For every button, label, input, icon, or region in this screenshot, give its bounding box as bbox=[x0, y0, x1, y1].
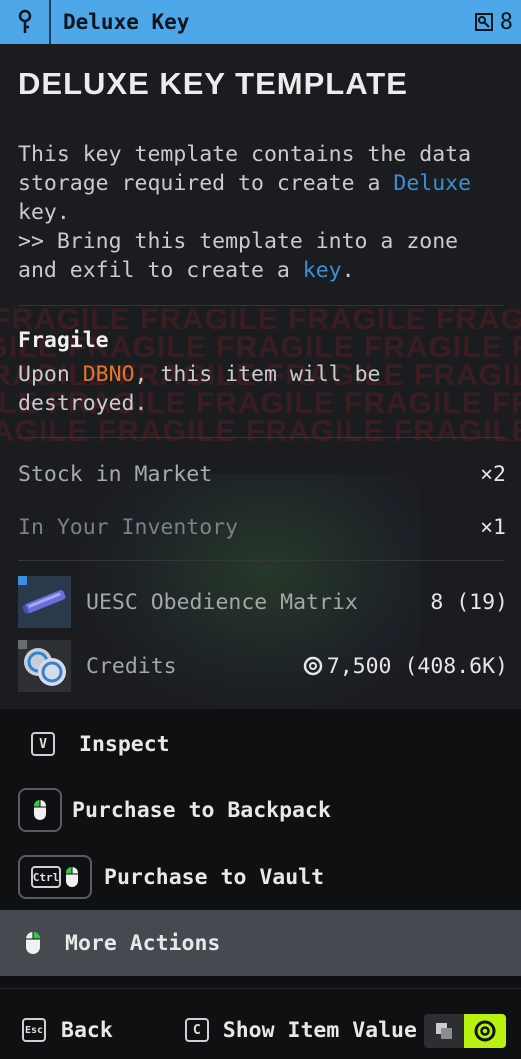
cost-row-credits: Credits 7,500 (408.6K) bbox=[18, 640, 508, 692]
purchase-to-backpack-label: Purchase to Backpack bbox=[72, 797, 331, 823]
item-value-toggle[interactable] bbox=[424, 1014, 506, 1048]
show-item-value-button[interactable]: Show Item Value bbox=[223, 1018, 417, 1043]
cost-item-name: UESC Obedience Matrix bbox=[86, 589, 358, 615]
more-actions-label: More Actions bbox=[65, 930, 221, 956]
key-stack-icon bbox=[474, 13, 493, 31]
mouse-left-click-icon bbox=[18, 788, 62, 832]
cost-item-amount: 7,500 (408.6K) bbox=[303, 654, 508, 679]
more-actions-button[interactable]: More Actions bbox=[0, 910, 521, 976]
item-header: Deluxe Key 8 bbox=[0, 0, 521, 44]
fragile-title: Fragile bbox=[18, 328, 109, 353]
credits-icon bbox=[303, 656, 323, 676]
stock-in-market: Stock in Market ×2 bbox=[18, 462, 506, 487]
ctrl-click-icon: Ctrl bbox=[18, 855, 92, 899]
key-link: key bbox=[302, 258, 342, 283]
item-title: DELUXE KEY TEMPLATE bbox=[18, 66, 408, 101]
credits-icon bbox=[464, 1014, 506, 1048]
matrix-thumbnail bbox=[18, 576, 71, 628]
key-v-icon: V bbox=[31, 732, 55, 756]
stack-icon bbox=[424, 1014, 464, 1048]
item-details-panel: DELUXE KEY TEMPLATE This key template co… bbox=[0, 44, 521, 709]
item-description: This key template contains the data stor… bbox=[18, 142, 472, 283]
mouse-right-click-icon bbox=[26, 932, 40, 954]
cost-row-matrix: UESC Obedience Matrix 8 (19) bbox=[18, 576, 508, 628]
purchase-to-vault-label: Purchase to Vault bbox=[104, 864, 325, 890]
key-icon bbox=[0, 0, 51, 44]
cost-item-amount: 8 (19) bbox=[430, 589, 508, 615]
credits-thumbnail bbox=[18, 640, 71, 692]
in-your-inventory: In Your Inventory ×1 bbox=[18, 515, 506, 540]
purchase-to-vault-button[interactable]: Ctrl Purchase to Vault bbox=[0, 854, 521, 900]
divider bbox=[18, 560, 504, 561]
cost-item-name: Credits bbox=[86, 653, 177, 679]
owned-count: 8 bbox=[474, 0, 513, 44]
key-esc-icon: Esc bbox=[22, 1018, 46, 1042]
inspect-label: Inspect bbox=[79, 731, 170, 757]
footer-divider bbox=[0, 988, 521, 989]
key-c-icon: C bbox=[184, 1018, 209, 1042]
rarity-link: Deluxe bbox=[393, 171, 472, 196]
item-name: Deluxe Key bbox=[63, 10, 190, 34]
dbno-term: DBNO bbox=[82, 362, 135, 387]
divider bbox=[18, 437, 504, 438]
fragile-description: Upon DBNO, this item will be destroyed. bbox=[18, 362, 381, 416]
purchase-to-backpack-button[interactable]: Purchase to Backpack bbox=[0, 787, 521, 833]
back-button[interactable]: Back bbox=[61, 1018, 113, 1043]
mouse-left-click-icon bbox=[66, 867, 78, 887]
owned-count-value: 8 bbox=[499, 9, 513, 35]
inspect-button[interactable]: V Inspect bbox=[0, 726, 521, 762]
key-ctrl-icon: Ctrl bbox=[31, 866, 61, 888]
